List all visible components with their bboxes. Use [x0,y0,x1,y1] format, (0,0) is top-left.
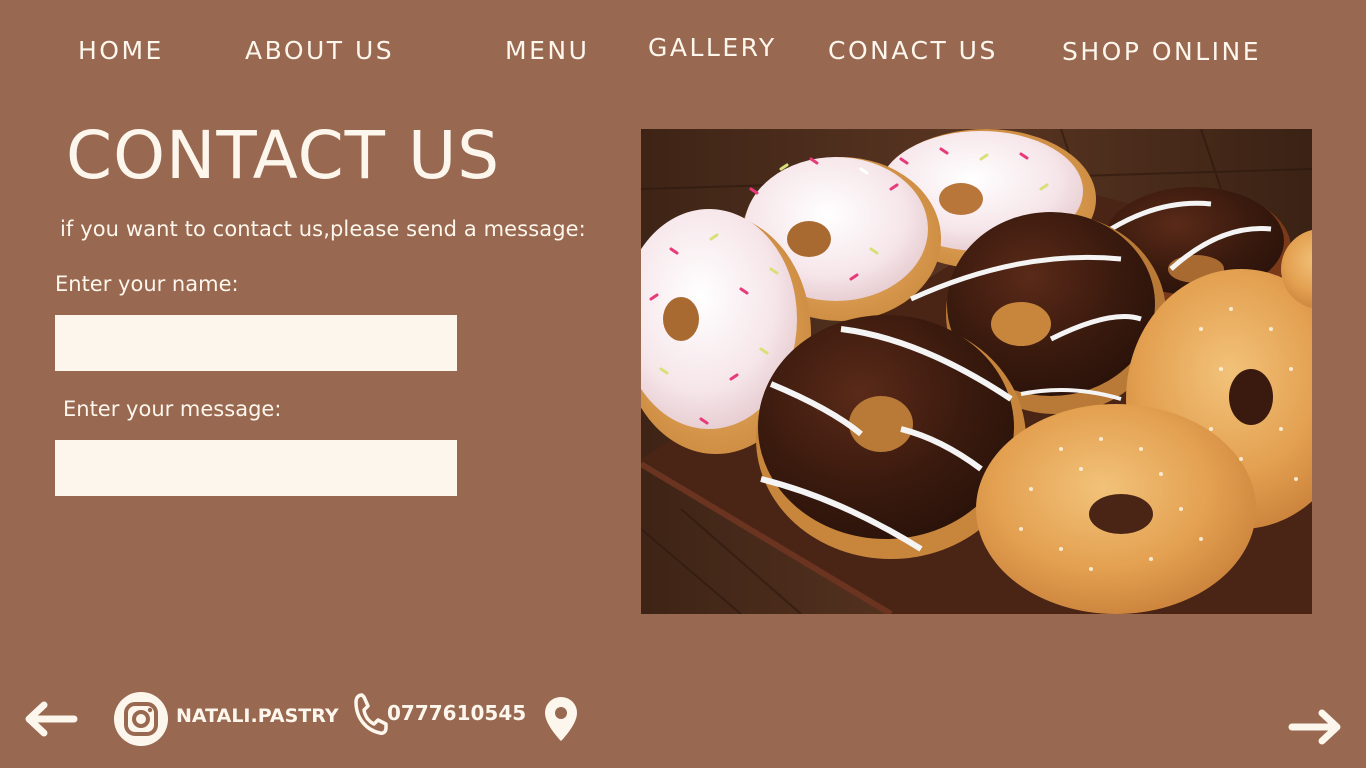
contact-instructions: if you want to contact us,please send a … [60,217,586,241]
donuts-photo [641,129,1312,614]
nav-menu[interactable]: MENU [505,36,589,66]
instagram-icon[interactable] [113,691,169,751]
nav-home[interactable]: HOME [78,36,164,66]
location-pin-icon[interactable] [543,695,579,747]
name-input[interactable] [55,315,457,371]
message-input[interactable] [55,440,457,496]
instagram-handle[interactable]: NATALI.PASTRY [176,705,339,727]
phone-number[interactable]: 0777610545 [387,701,526,725]
nav-gallery[interactable]: GALLERY [648,33,777,63]
message-label: Enter your message: [63,397,282,421]
back-arrow-icon[interactable] [22,700,78,742]
forward-arrow-icon[interactable] [1288,707,1344,751]
name-label: Enter your name: [55,272,239,296]
nav-contact-us[interactable]: CONACT US [828,36,998,66]
page-title: CONTACT US [66,117,501,194]
nav-about-us[interactable]: ABOUT US [245,36,394,66]
phone-icon [352,692,388,740]
nav-shop-online[interactable]: SHOP ONLINE [1062,37,1261,67]
